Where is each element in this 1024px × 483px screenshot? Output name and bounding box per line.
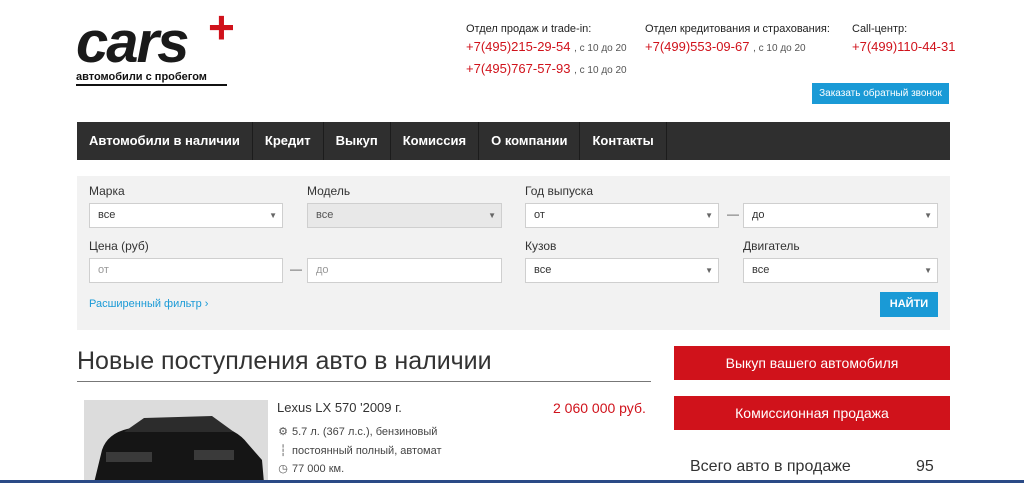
credit-phone[interactable]: +7(499)553-09-67: [645, 39, 749, 54]
callcenter-phone[interactable]: +7(499)110-44-31: [852, 39, 955, 54]
car-mileage-spec: ◷ 77 000 км.: [277, 462, 344, 475]
search-filter: Марка все ▼ Модель все ▼ Год выпуска от ▼ —…: [77, 176, 950, 330]
credit-contact: Отдел кредитования и страхования: +7(499…: [645, 22, 830, 58]
body-value: все: [534, 264, 552, 276]
model-label: Модель: [307, 184, 351, 198]
site-logo[interactable]: cars + автомобили с пробегом: [76, 4, 246, 86]
sales-phone-1[interactable]: +7(495)215-29-54: [466, 39, 570, 54]
chevron-down-icon: ▼: [269, 211, 277, 220]
body-label: Кузов: [525, 239, 557, 253]
car-drive-spec: ┆ постоянный полный, автомат: [277, 444, 442, 457]
sales-hours-2: , с 10 до 20: [574, 65, 627, 76]
sales-phone-2[interactable]: +7(495)767-57-93: [466, 61, 570, 76]
year-to-select[interactable]: до ▼: [743, 203, 938, 228]
callcenter-label: Call-центр:: [852, 23, 908, 35]
logo-word: cars: [76, 10, 189, 75]
credit-label: Отдел кредитования и страхования:: [645, 23, 830, 35]
chevron-down-icon: ▼: [705, 266, 713, 275]
credit-hours: , с 10 до 20: [753, 43, 806, 54]
nav-item-buyout[interactable]: Выкуп: [324, 122, 391, 160]
main-nav: Автомобили в наличии Кредит Выкуп Комисс…: [77, 122, 950, 160]
price-from-input[interactable]: от: [89, 258, 283, 283]
price-to-input[interactable]: до: [307, 258, 502, 283]
car-engine-text: 5.7 л. (367 л.с.), бензиновый: [292, 426, 438, 438]
engine-label: Двигатель: [743, 239, 800, 253]
sales-label: Отдел продаж и trade-in:: [466, 23, 592, 35]
callcenter-contact: Call-центр: +7(499)110-44-31: [852, 22, 955, 56]
nav-item-commission[interactable]: Комиссия: [391, 122, 480, 160]
chevron-down-icon: ▼: [924, 266, 932, 275]
clock-icon: ◷: [278, 463, 288, 475]
page: cars + автомобили с пробегом Отдел прода…: [0, 0, 1024, 483]
total-cars-label: Всего авто в продаже: [690, 458, 851, 475]
total-cars-value: 95: [916, 458, 934, 475]
sales-contact: Отдел продаж и trade-in: +7(495)215-29-5…: [466, 22, 627, 80]
brand-label: Марка: [89, 184, 125, 198]
advanced-filter-link[interactable]: Расширенный фильтр ›: [89, 298, 208, 310]
price-label: Цена (руб): [89, 239, 149, 253]
nav-item-cars[interactable]: Автомобили в наличии: [77, 122, 253, 160]
find-button[interactable]: НАЙТИ: [880, 292, 938, 317]
chevron-down-icon: ▼: [705, 211, 713, 220]
body-select[interactable]: все ▼: [525, 258, 719, 283]
price-dash: —: [290, 262, 302, 276]
model-select[interactable]: все ▼: [307, 203, 502, 228]
car-price: 2 060 000 руб.: [553, 400, 646, 416]
nav-item-about[interactable]: О компании: [479, 122, 581, 160]
commission-button[interactable]: Комиссионная продажа: [674, 396, 950, 430]
callback-button[interactable]: Заказать обратный звонок: [812, 83, 949, 104]
year-from-select[interactable]: от ▼: [525, 203, 719, 228]
year-from-value: от: [534, 209, 545, 221]
chevron-down-icon: ▼: [924, 211, 932, 220]
car-mileage-text: 77 000 км.: [292, 463, 345, 475]
section-title: Новые поступления авто в наличии: [77, 345, 651, 382]
logo-tagline: автомобили с пробегом: [76, 70, 227, 86]
nav-item-credit[interactable]: Кредит: [253, 122, 324, 160]
car-engine-spec: ⚙ 5.7 л. (367 л.с.), бензиновый: [277, 425, 437, 438]
chevron-down-icon: ▼: [488, 211, 496, 220]
car-title[interactable]: Lexus LX 570 '2009 г.: [277, 400, 402, 415]
year-label: Год выпуска: [525, 184, 593, 198]
buyout-button[interactable]: Выкуп вашего автомобиля: [674, 346, 950, 380]
year-dash: —: [727, 207, 739, 221]
car-drive-text: постоянный полный, автомат: [292, 445, 442, 457]
model-value: все: [316, 209, 334, 221]
year-to-value: до: [752, 209, 765, 221]
engine-icon: ⚙: [278, 426, 288, 438]
gearbox-icon: ┆: [279, 445, 287, 457]
engine-select[interactable]: все ▼: [743, 258, 938, 283]
brand-value: все: [98, 209, 116, 221]
sales-hours-1: , с 10 до 20: [574, 43, 627, 54]
nav-item-contacts[interactable]: Контакты: [580, 122, 667, 160]
brand-select[interactable]: все ▼: [89, 203, 283, 228]
car-image[interactable]: [84, 400, 268, 483]
engine-value: все: [752, 264, 770, 276]
car-photo-icon: [84, 400, 268, 483]
logo-plus: +: [208, 1, 235, 53]
